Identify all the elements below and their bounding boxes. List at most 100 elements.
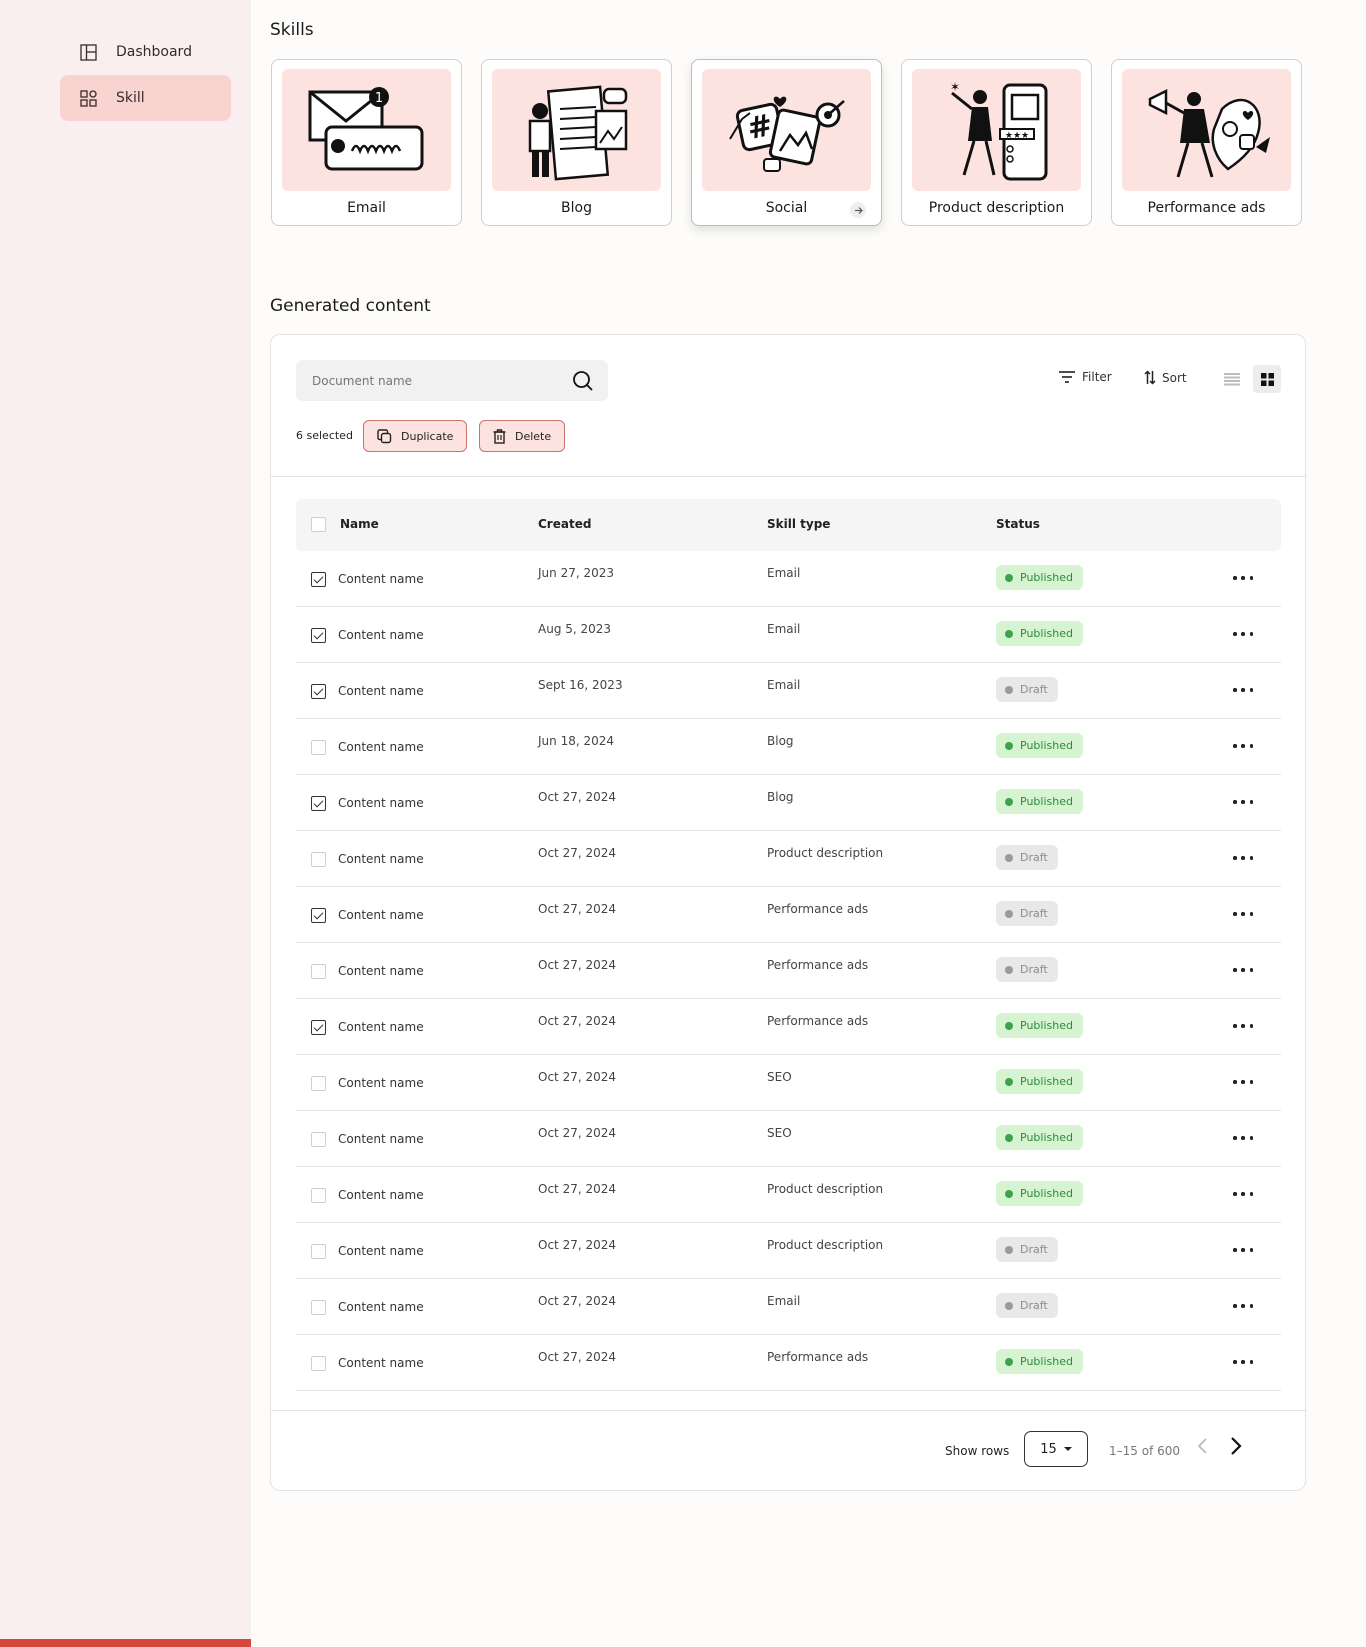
sort-button[interactable]: Sort [1144, 370, 1187, 385]
row-checkbox[interactable] [311, 1076, 326, 1091]
more-options-icon[interactable] [1233, 1298, 1253, 1314]
row-checkbox[interactable] [311, 684, 326, 699]
row-name[interactable]: Content name [338, 796, 424, 810]
row-checkbox[interactable] [311, 740, 326, 755]
more-options-icon[interactable] [1233, 1018, 1253, 1034]
row-checkbox[interactable] [311, 1300, 326, 1315]
row-checkbox[interactable] [311, 796, 326, 811]
status-dot-icon [1005, 797, 1013, 806]
table-row[interactable]: Content name Oct 27, 2024 SEO Published [296, 1111, 1281, 1167]
status-badge: Draft [996, 1293, 1058, 1318]
row-checkbox[interactable] [311, 1132, 326, 1147]
search-icon[interactable] [572, 370, 594, 396]
more-options-icon[interactable] [1233, 1074, 1253, 1090]
table-row[interactable]: Content name Jun 18, 2024 Blog Published [296, 719, 1281, 775]
skill-card-social[interactable]: # Social [691, 59, 882, 226]
table-row[interactable]: Content name Oct 27, 2024 Blog Published [296, 775, 1281, 831]
more-options-icon[interactable] [1233, 1186, 1253, 1202]
status-badge: Published [996, 1125, 1083, 1150]
row-name[interactable]: Content name [338, 964, 424, 978]
status-dot-icon [1005, 853, 1013, 862]
table-row[interactable]: Content name Aug 5, 2023 Email Published [296, 607, 1281, 663]
skill-card-blog[interactable]: Blog [481, 59, 672, 226]
row-checkbox[interactable] [311, 1356, 326, 1371]
more-options-icon[interactable] [1233, 570, 1253, 586]
blog-illustration [492, 69, 661, 191]
row-name[interactable]: Content name [338, 1244, 424, 1258]
more-options-icon[interactable] [1233, 962, 1253, 978]
table-row[interactable]: Content name Jun 27, 2023 Email Published [296, 551, 1281, 607]
column-created[interactable]: Created [538, 517, 591, 531]
table-row[interactable]: Content name Oct 27, 2024 Performance ads D… [296, 943, 1281, 999]
row-name[interactable]: Content name [338, 1132, 424, 1146]
row-name[interactable]: Content name [338, 1300, 424, 1314]
duplicate-button[interactable]: Duplicate [363, 420, 468, 452]
more-options-icon[interactable] [1233, 1242, 1253, 1258]
row-name[interactable]: Content name [338, 628, 424, 642]
status-label: Draft [1020, 963, 1048, 976]
table-row[interactable]: Content name Oct 27, 2024 Performance ads P… [296, 1335, 1281, 1391]
table-row[interactable]: Content name Oct 27, 2024 Product descript… [296, 831, 1281, 887]
status-label: Draft [1020, 1243, 1048, 1256]
grid-view-button[interactable] [1253, 365, 1281, 393]
row-checkbox[interactable] [311, 572, 326, 587]
row-checkbox[interactable] [311, 628, 326, 643]
arrow-right-icon[interactable] [850, 202, 866, 218]
more-options-icon[interactable] [1233, 1130, 1253, 1146]
more-options-icon[interactable] [1233, 906, 1253, 922]
row-name[interactable]: Content name [338, 1356, 424, 1370]
rows-per-page-select[interactable]: 15 [1024, 1431, 1088, 1467]
duplicate-icon [377, 428, 392, 443]
filter-button[interactable]: Filter [1058, 370, 1112, 384]
row-checkbox[interactable] [311, 964, 326, 979]
row-checkbox[interactable] [311, 1188, 326, 1203]
status-dot-icon [1005, 965, 1013, 974]
sidebar-item-dashboard[interactable]: Dashboard [60, 29, 231, 75]
previous-page-button[interactable] [1197, 1436, 1209, 1460]
row-checkbox[interactable] [311, 1020, 326, 1035]
row-checkbox[interactable] [311, 1244, 326, 1259]
table-row[interactable]: Content name Oct 27, 2024 Email Draft [296, 1279, 1281, 1335]
row-checkbox[interactable] [311, 908, 326, 923]
row-name[interactable]: Content name [338, 1188, 424, 1202]
row-name[interactable]: Content name [338, 1076, 424, 1090]
table-row[interactable]: Content name Oct 27, 2024 Performance ads D… [296, 887, 1281, 943]
row-name[interactable]: Content name [338, 684, 424, 698]
next-page-button[interactable] [1229, 1436, 1243, 1460]
table-row[interactable]: Content name Sept 16, 2023 Email Draft [296, 663, 1281, 719]
row-name[interactable]: Content name [338, 572, 424, 586]
sort-icon [1144, 370, 1156, 385]
sidebar-item-skill[interactable]: Skill [60, 75, 231, 121]
search-input[interactable] [296, 360, 556, 401]
table-row[interactable]: Content name Oct 27, 2024 Product descript… [296, 1167, 1281, 1223]
table-row[interactable]: Content name Oct 27, 2024 Product descript… [296, 1223, 1281, 1279]
row-name[interactable]: Content name [338, 908, 424, 922]
column-skill-type[interactable]: Skill type [767, 517, 830, 531]
row-name[interactable]: Content name [338, 740, 424, 754]
column-status[interactable]: Status [996, 517, 1040, 531]
rows-per-page-value: 15 [1040, 1441, 1057, 1457]
row-skill-type: Performance ads [767, 902, 869, 916]
delete-button[interactable]: Delete [479, 420, 566, 452]
email-illustration: 1 [282, 69, 451, 191]
skill-card-performance-ads[interactable]: Performance ads [1111, 59, 1302, 226]
row-name[interactable]: Content name [338, 852, 424, 866]
table-row[interactable]: Content name Oct 27, 2024 Performance ads P… [296, 999, 1281, 1055]
duplicate-label: Duplicate [401, 429, 454, 443]
skill-card-product-description[interactable]: ★★★ ✶ Product description [901, 59, 1092, 226]
more-options-icon[interactable] [1233, 1354, 1253, 1370]
select-all-checkbox[interactable] [311, 517, 326, 532]
more-options-icon[interactable] [1233, 738, 1253, 754]
row-checkbox[interactable] [311, 852, 326, 867]
more-options-icon[interactable] [1233, 794, 1253, 810]
list-view-button[interactable] [1218, 365, 1246, 393]
row-skill-type: SEO [767, 1126, 792, 1140]
selected-count: 6 selected [296, 429, 353, 442]
column-name[interactable]: Name [340, 517, 379, 531]
more-options-icon[interactable] [1233, 682, 1253, 698]
more-options-icon[interactable] [1233, 626, 1253, 642]
more-options-icon[interactable] [1233, 850, 1253, 866]
skill-card-email[interactable]: 1 Email [271, 59, 462, 226]
table-row[interactable]: Content name Oct 27, 2024 SEO Published [296, 1055, 1281, 1111]
row-name[interactable]: Content name [338, 1020, 424, 1034]
